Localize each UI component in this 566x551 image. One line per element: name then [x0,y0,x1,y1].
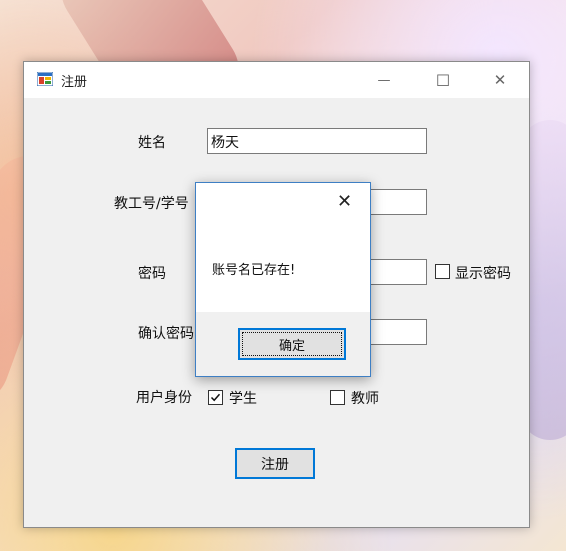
window-title: 注册 [61,75,88,90]
show-password-label[interactable]: 显示密码 [455,263,511,283]
confirm-password-label: 确认密码 [138,326,194,342]
ok-button-label: 确定 [278,338,305,354]
show-password-checkbox[interactable] [435,264,450,279]
register-button[interactable]: 注册 [235,448,315,479]
close-icon: ✕ [493,71,507,89]
name-label: 姓名 [138,135,166,151]
minimize-button[interactable]: — [361,62,407,98]
role-student-checkbox[interactable] [208,390,223,405]
role-label: 用户身份 [136,390,192,406]
title-bar: 注册 — ☐ ✕ [24,62,529,98]
close-button[interactable]: ✕ [477,62,523,98]
password-label: 密码 [138,266,166,282]
app-icon [37,72,53,86]
id-label: 教工号/学号 [114,196,189,212]
dialog-close-icon[interactable]: ✕ [337,191,352,212]
maximize-icon: ☐ [435,70,451,90]
name-field[interactable]: 杨天 [207,128,427,154]
check-icon [210,393,221,402]
maximize-button[interactable]: ☐ [420,62,466,98]
minimize-icon: — [377,72,391,88]
message-dialog: ✕ 账号名已存在! 确定 [195,182,371,377]
ok-button[interactable]: 确定 [238,328,346,360]
dialog-message: 账号名已存在! [212,263,296,278]
role-student-label[interactable]: 学生 [229,388,257,408]
role-teacher-label[interactable]: 教师 [351,388,379,408]
role-teacher-checkbox[interactable] [330,390,345,405]
